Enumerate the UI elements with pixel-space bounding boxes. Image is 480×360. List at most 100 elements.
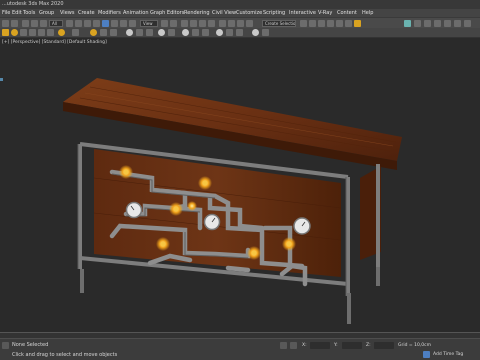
x-coordinate-field[interactable] (310, 342, 330, 349)
vray-ao-icon[interactable] (216, 29, 223, 36)
vray-dome-light-icon[interactable] (29, 29, 36, 36)
vray-fur-icon[interactable] (100, 29, 107, 36)
mirror-icon[interactable] (228, 20, 235, 27)
vray-light-lister-icon[interactable] (90, 29, 97, 36)
menu-scripting[interactable]: Scripting (263, 10, 285, 16)
menu-views[interactable]: Views (60, 10, 74, 16)
selection-filter-dropdown[interactable]: All (49, 20, 63, 27)
vray-clipper-icon[interactable] (146, 29, 153, 36)
menu-vray[interactable]: V-Ray (318, 10, 332, 16)
menu-animation[interactable]: Animation (123, 10, 149, 16)
window-title: ...utodesk 3ds Max 2020 (2, 1, 64, 7)
vray-frame-buffer-icon[interactable] (424, 20, 431, 27)
vray-plane-icon[interactable] (110, 29, 117, 36)
menu-modifiers[interactable]: Modifiers (98, 10, 121, 16)
layer-explorer-icon[interactable] (246, 20, 253, 27)
add-time-tag-button[interactable]: Add Time Tag (433, 352, 463, 357)
vray-two-sided-icon[interactable] (192, 29, 199, 36)
menu-create[interactable]: Create (78, 10, 95, 16)
reference-coordinate-dropdown[interactable]: View (140, 20, 158, 27)
main-toolbar: All View Create Selection Se (0, 17, 480, 28)
vray-icon[interactable] (404, 20, 411, 27)
menu-civil-view[interactable]: Civil View (212, 10, 236, 16)
vray-ambient-light-icon[interactable] (38, 29, 45, 36)
menu-help[interactable]: Help (362, 10, 373, 16)
schematic-view-icon[interactable] (318, 20, 325, 27)
vray-bitmap-icon[interactable] (236, 29, 243, 36)
rendered-frame-window-icon[interactable] (345, 20, 352, 27)
edit-named-selection-icon[interactable] (219, 20, 226, 27)
vray-proxy-icon[interactable] (464, 20, 471, 27)
vray-sun-icon[interactable] (11, 29, 18, 36)
curve-editor-icon[interactable] (309, 20, 316, 27)
unlink-icon[interactable] (31, 20, 38, 27)
vray-dirt-icon[interactable] (202, 29, 209, 36)
vray-ies-light-icon[interactable] (20, 29, 27, 36)
angle-snap-icon[interactable] (190, 20, 197, 27)
bar-cabinet-model (63, 78, 402, 324)
vray-edges-icon[interactable] (226, 29, 233, 36)
vray-sphere-icon[interactable] (126, 29, 133, 36)
selection-lock-icon[interactable] (290, 342, 297, 349)
snaps-toggle-icon[interactable] (181, 20, 188, 27)
menu-interactive[interactable]: Interactive (289, 10, 316, 16)
menu-content[interactable]: Content (337, 10, 357, 16)
isolate-selection-icon[interactable] (280, 342, 287, 349)
spinner-snap-icon[interactable] (208, 20, 215, 27)
menu-tools[interactable]: Tools (23, 10, 35, 16)
select-and-place-icon[interactable] (129, 20, 136, 27)
vray-override-mtl-icon[interactable] (182, 29, 189, 36)
z-coordinate-field[interactable] (374, 342, 394, 349)
link-icon[interactable] (22, 20, 29, 27)
undo-icon[interactable] (2, 20, 9, 27)
perspective-viewport[interactable]: [+] [Perspective] [Standard] [Default Sh… (0, 38, 480, 332)
keyboard-shortcut-override-icon[interactable] (170, 20, 177, 27)
render-production-icon[interactable] (354, 20, 361, 27)
time-slider[interactable] (0, 333, 480, 339)
vray-color-correct-icon[interactable] (262, 29, 269, 36)
select-by-name-icon[interactable] (75, 20, 82, 27)
selection-region-icon[interactable] (84, 20, 91, 27)
y-coordinate-label: Y: (334, 343, 338, 348)
vray-physical-camera-icon[interactable] (72, 29, 79, 36)
vray-hdri-icon[interactable] (252, 29, 259, 36)
vray-blend-icon[interactable] (168, 29, 175, 36)
time-tag-icon[interactable] (423, 351, 430, 358)
menu-edit[interactable]: Edit (12, 10, 22, 16)
select-and-scale-icon[interactable] (120, 20, 127, 27)
bind-spacewarp-icon[interactable] (40, 20, 47, 27)
vray-mtl-wrapper-icon[interactable] (158, 29, 165, 36)
render-setup-icon[interactable] (336, 20, 343, 27)
prompt-line: Click and drag to select and move object… (12, 352, 118, 358)
select-object-icon[interactable] (66, 20, 73, 27)
pivot-point-icon[interactable] (161, 20, 168, 27)
vray-mesh-light-icon[interactable] (47, 29, 54, 36)
maxscript-listener-icon[interactable] (2, 342, 9, 349)
toggle-ribbon-icon[interactable] (300, 20, 307, 27)
vray-light-icon[interactable] (434, 20, 441, 27)
vray-displacement-icon[interactable] (136, 29, 143, 36)
vray-light-toolbar-icon[interactable] (2, 29, 9, 36)
menu-graph-editors[interactable]: Graph Editors (150, 10, 184, 16)
menu-file[interactable]: File (2, 10, 10, 16)
vray-camera-icon[interactable] (444, 20, 451, 27)
menu-group[interactable]: Group (39, 10, 54, 16)
select-and-rotate-icon[interactable] (111, 20, 118, 27)
menu-bar: File Edit Tools Group Views Create Modif… (0, 9, 480, 17)
vray-render-icon[interactable] (414, 20, 421, 27)
percent-snap-icon[interactable] (199, 20, 206, 27)
vray-sky-icon[interactable] (58, 29, 65, 36)
select-and-move-icon[interactable] (102, 20, 109, 27)
redo-icon[interactable] (11, 20, 18, 27)
grid-size: Grid = 10,0cm (398, 343, 431, 348)
window-crossing-icon[interactable] (93, 20, 100, 27)
vray-material-icon[interactable] (454, 20, 461, 27)
y-coordinate-field[interactable] (342, 342, 362, 349)
material-editor-icon[interactable] (327, 20, 334, 27)
align-icon[interactable] (237, 20, 244, 27)
named-selection-sets-dropdown[interactable]: Create Selection Se (262, 20, 296, 27)
x-coordinate-label: X: (302, 343, 307, 348)
z-coordinate-label: Z: (366, 343, 371, 348)
menu-rendering[interactable]: Rendering (184, 10, 210, 16)
menu-customize[interactable]: Customize (236, 10, 262, 16)
